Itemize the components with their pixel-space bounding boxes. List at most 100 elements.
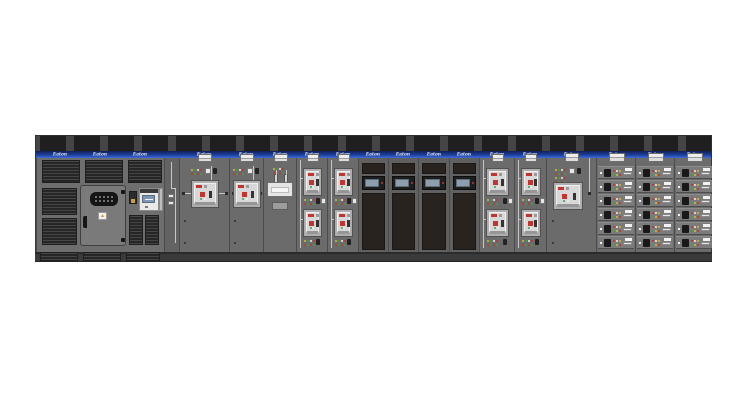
unit-led [652, 216, 654, 218]
meter-top-band [140, 189, 158, 193]
unit-tag-label [625, 168, 632, 171]
indicator-led [493, 240, 495, 242]
unit-breaker-handle [623, 200, 632, 203]
indicator-led [531, 203, 533, 205]
indicator-led [555, 169, 557, 171]
meter-side-panel [159, 188, 163, 211]
unit-led [658, 188, 660, 190]
aux-switch [503, 239, 507, 245]
breaker-rating-label [204, 185, 207, 188]
air-circuit-breaker [233, 180, 261, 208]
indicator-led [344, 199, 346, 201]
breaker-trip-unit [340, 180, 345, 185]
indicator-led [307, 199, 309, 201]
unit-breaker-handle [623, 186, 632, 189]
unit-control-module [682, 197, 689, 205]
mimic-riser-line [300, 160, 301, 248]
mcc-feeder-unit [637, 236, 673, 249]
unit-led [613, 216, 615, 218]
mimic-riser-line [276, 170, 277, 175]
indicator-led [344, 240, 346, 242]
door-fastener [552, 220, 554, 222]
breaker-charge-slot [501, 220, 504, 227]
unit-breaker-handle [662, 200, 671, 203]
unit-fastener [600, 242, 602, 244]
breaker-trip-unit [309, 221, 314, 226]
unit-control-module [643, 239, 650, 247]
breaker-rating-label [238, 185, 244, 188]
indicator-led [335, 203, 337, 205]
unit-tag-label [664, 196, 671, 199]
unit-breaker-handle [623, 228, 632, 231]
mimic-node [225, 192, 228, 195]
unit-fastener [678, 186, 680, 188]
unit-led [655, 202, 657, 204]
indicator-led [561, 177, 563, 179]
indicator-led [496, 244, 498, 246]
mcc-feeder-unit [598, 208, 634, 221]
indicator-led [528, 244, 530, 246]
unit-led [694, 244, 696, 246]
aux-relay-box [352, 198, 357, 204]
indicator-led [307, 244, 309, 246]
breaker-rating-label [316, 173, 319, 176]
mcc-feeder-bay-1 [596, 158, 635, 252]
unit-tag-label [664, 238, 671, 241]
unit-fastener [678, 172, 680, 174]
unit-led [658, 202, 660, 204]
mcc-feeder-unit [676, 236, 712, 249]
breaker-status-led [530, 227, 532, 229]
unit-control-module [604, 197, 611, 205]
breaker-status-led [563, 200, 565, 202]
unit-led [691, 244, 693, 246]
indicator-led [310, 244, 312, 246]
door-fastener [184, 220, 186, 222]
breaker-charge-slot [316, 179, 319, 186]
breaker-rating-label [526, 214, 532, 217]
auxiliary-box [129, 191, 137, 204]
unit-tag-label [703, 238, 710, 241]
door-handle [83, 216, 87, 228]
louver-vent [128, 160, 162, 183]
indicator-led [341, 199, 343, 201]
bus-tap-box [168, 201, 174, 205]
air-circuit-breaker [521, 168, 541, 196]
unit-led [655, 188, 657, 190]
indicator-led [313, 199, 315, 201]
indicator-led [304, 203, 306, 205]
unit-led [691, 212, 693, 214]
indicator-led [200, 169, 202, 171]
aux-switch [347, 198, 351, 204]
unit-led [694, 212, 696, 214]
breaker-status-led [530, 186, 532, 188]
unit-led [616, 212, 618, 214]
unit-led [619, 174, 621, 176]
unit-control-module [682, 169, 689, 177]
auxiliary-box-label [131, 199, 135, 203]
unit-led [616, 216, 618, 218]
unit-fastener [639, 200, 641, 202]
indicator-led [338, 244, 340, 246]
indicator-led [525, 244, 527, 246]
mcc-feeder-unit [598, 194, 634, 207]
indicator-led [493, 203, 495, 205]
indicator-led [528, 240, 530, 242]
unit-fastener [639, 186, 641, 188]
indicator-led [310, 240, 312, 242]
mimic-riser-line [518, 160, 519, 248]
unit-led [658, 174, 660, 176]
power-meter [139, 188, 159, 211]
brand-logo: Eaton [131, 152, 148, 157]
indicator-led [341, 244, 343, 246]
pt-nameplate [271, 187, 289, 193]
unit-control-module [643, 225, 650, 233]
indicator-led [487, 240, 489, 242]
breaker-status-led [312, 227, 314, 229]
mimic-riser-line [483, 160, 484, 248]
meter-button [145, 206, 148, 208]
breaker-charge-slot [347, 220, 350, 227]
indicator-led [338, 199, 340, 201]
mcc-feeder-unit [676, 208, 712, 221]
unit-led [655, 230, 657, 232]
indicator-led [310, 203, 312, 205]
